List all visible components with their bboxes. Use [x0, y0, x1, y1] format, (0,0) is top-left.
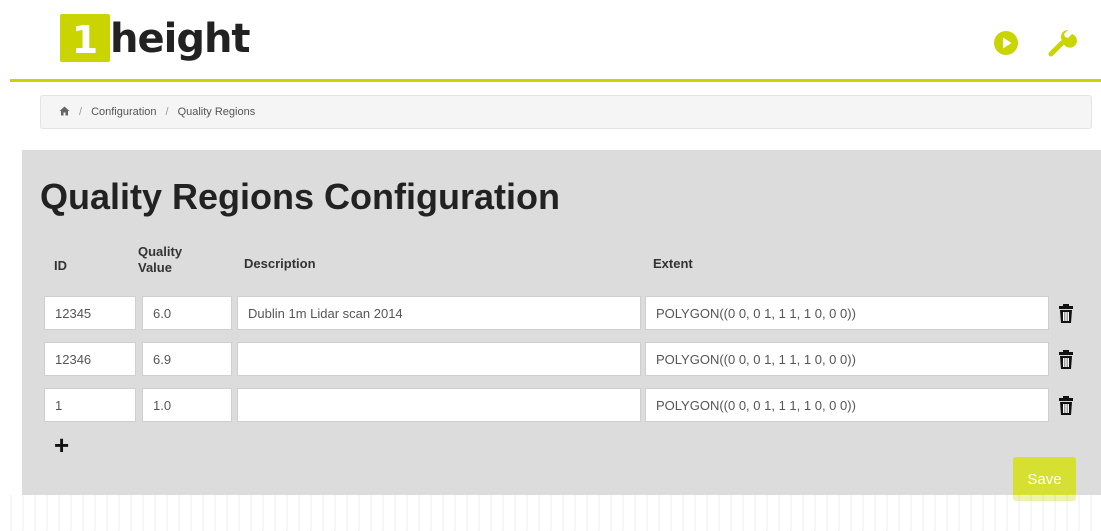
- breadcrumb-separator: /: [79, 106, 83, 118]
- breadcrumb-separator: /: [165, 106, 169, 118]
- column-header-quality-line2: Value: [138, 260, 172, 275]
- extent-field[interactable]: POLYGON((0 0, 0 1, 1 1, 1 0, 0 0)): [645, 342, 1049, 376]
- logo-badge: 1: [60, 14, 110, 62]
- trash-icon[interactable]: [1057, 350, 1075, 370]
- breadcrumb: / Configuration / Quality Regions: [40, 95, 1092, 129]
- quality-value-field[interactable]: 1.0: [142, 388, 232, 422]
- logo-number: 1: [71, 18, 99, 62]
- header-actions: [989, 26, 1079, 60]
- trash-icon[interactable]: [1057, 396, 1075, 416]
- description-field[interactable]: Dublin 1m Lidar scan 2014: [237, 296, 641, 330]
- quality-value-field[interactable]: 6.9: [142, 342, 232, 376]
- column-header-description: Description: [244, 256, 316, 271]
- play-circle-icon[interactable]: [989, 26, 1023, 60]
- description-field[interactable]: [237, 388, 641, 422]
- description-field[interactable]: [237, 342, 641, 376]
- content-panel: Quality Regions Configuration ID Quality…: [22, 150, 1101, 501]
- breadcrumb-item-quality-regions: Quality Regions: [177, 106, 256, 118]
- column-header-quality-line1: Quality: [138, 244, 183, 259]
- quality-value-field[interactable]: 6.0: [142, 296, 232, 330]
- trash-icon[interactable]: [1057, 304, 1075, 324]
- page-title: Quality Regions Configuration: [40, 176, 560, 217]
- column-header-quality-value: Quality Value: [138, 244, 182, 276]
- header-divider: [10, 79, 1101, 82]
- home-icon[interactable]: [59, 106, 70, 119]
- id-field[interactable]: 12345: [44, 296, 136, 330]
- breadcrumb-item-configuration[interactable]: Configuration: [91, 106, 156, 118]
- footer-background: [0, 495, 1101, 531]
- extent-field[interactable]: POLYGON((0 0, 0 1, 1 1, 1 0, 0 0)): [645, 296, 1049, 330]
- column-header-id: ID: [54, 258, 67, 273]
- extent-field[interactable]: POLYGON((0 0, 0 1, 1 1, 1 0, 0 0)): [645, 388, 1049, 422]
- wrench-icon[interactable]: [1045, 26, 1079, 60]
- id-field[interactable]: 1: [44, 388, 136, 422]
- app-header: 1 height: [0, 0, 1101, 80]
- id-field[interactable]: 12346: [44, 342, 136, 376]
- logo-text: height: [110, 16, 251, 62]
- column-header-extent: Extent: [653, 256, 693, 271]
- app-logo[interactable]: 1 height: [60, 10, 251, 62]
- add-row-button[interactable]: +: [54, 432, 69, 458]
